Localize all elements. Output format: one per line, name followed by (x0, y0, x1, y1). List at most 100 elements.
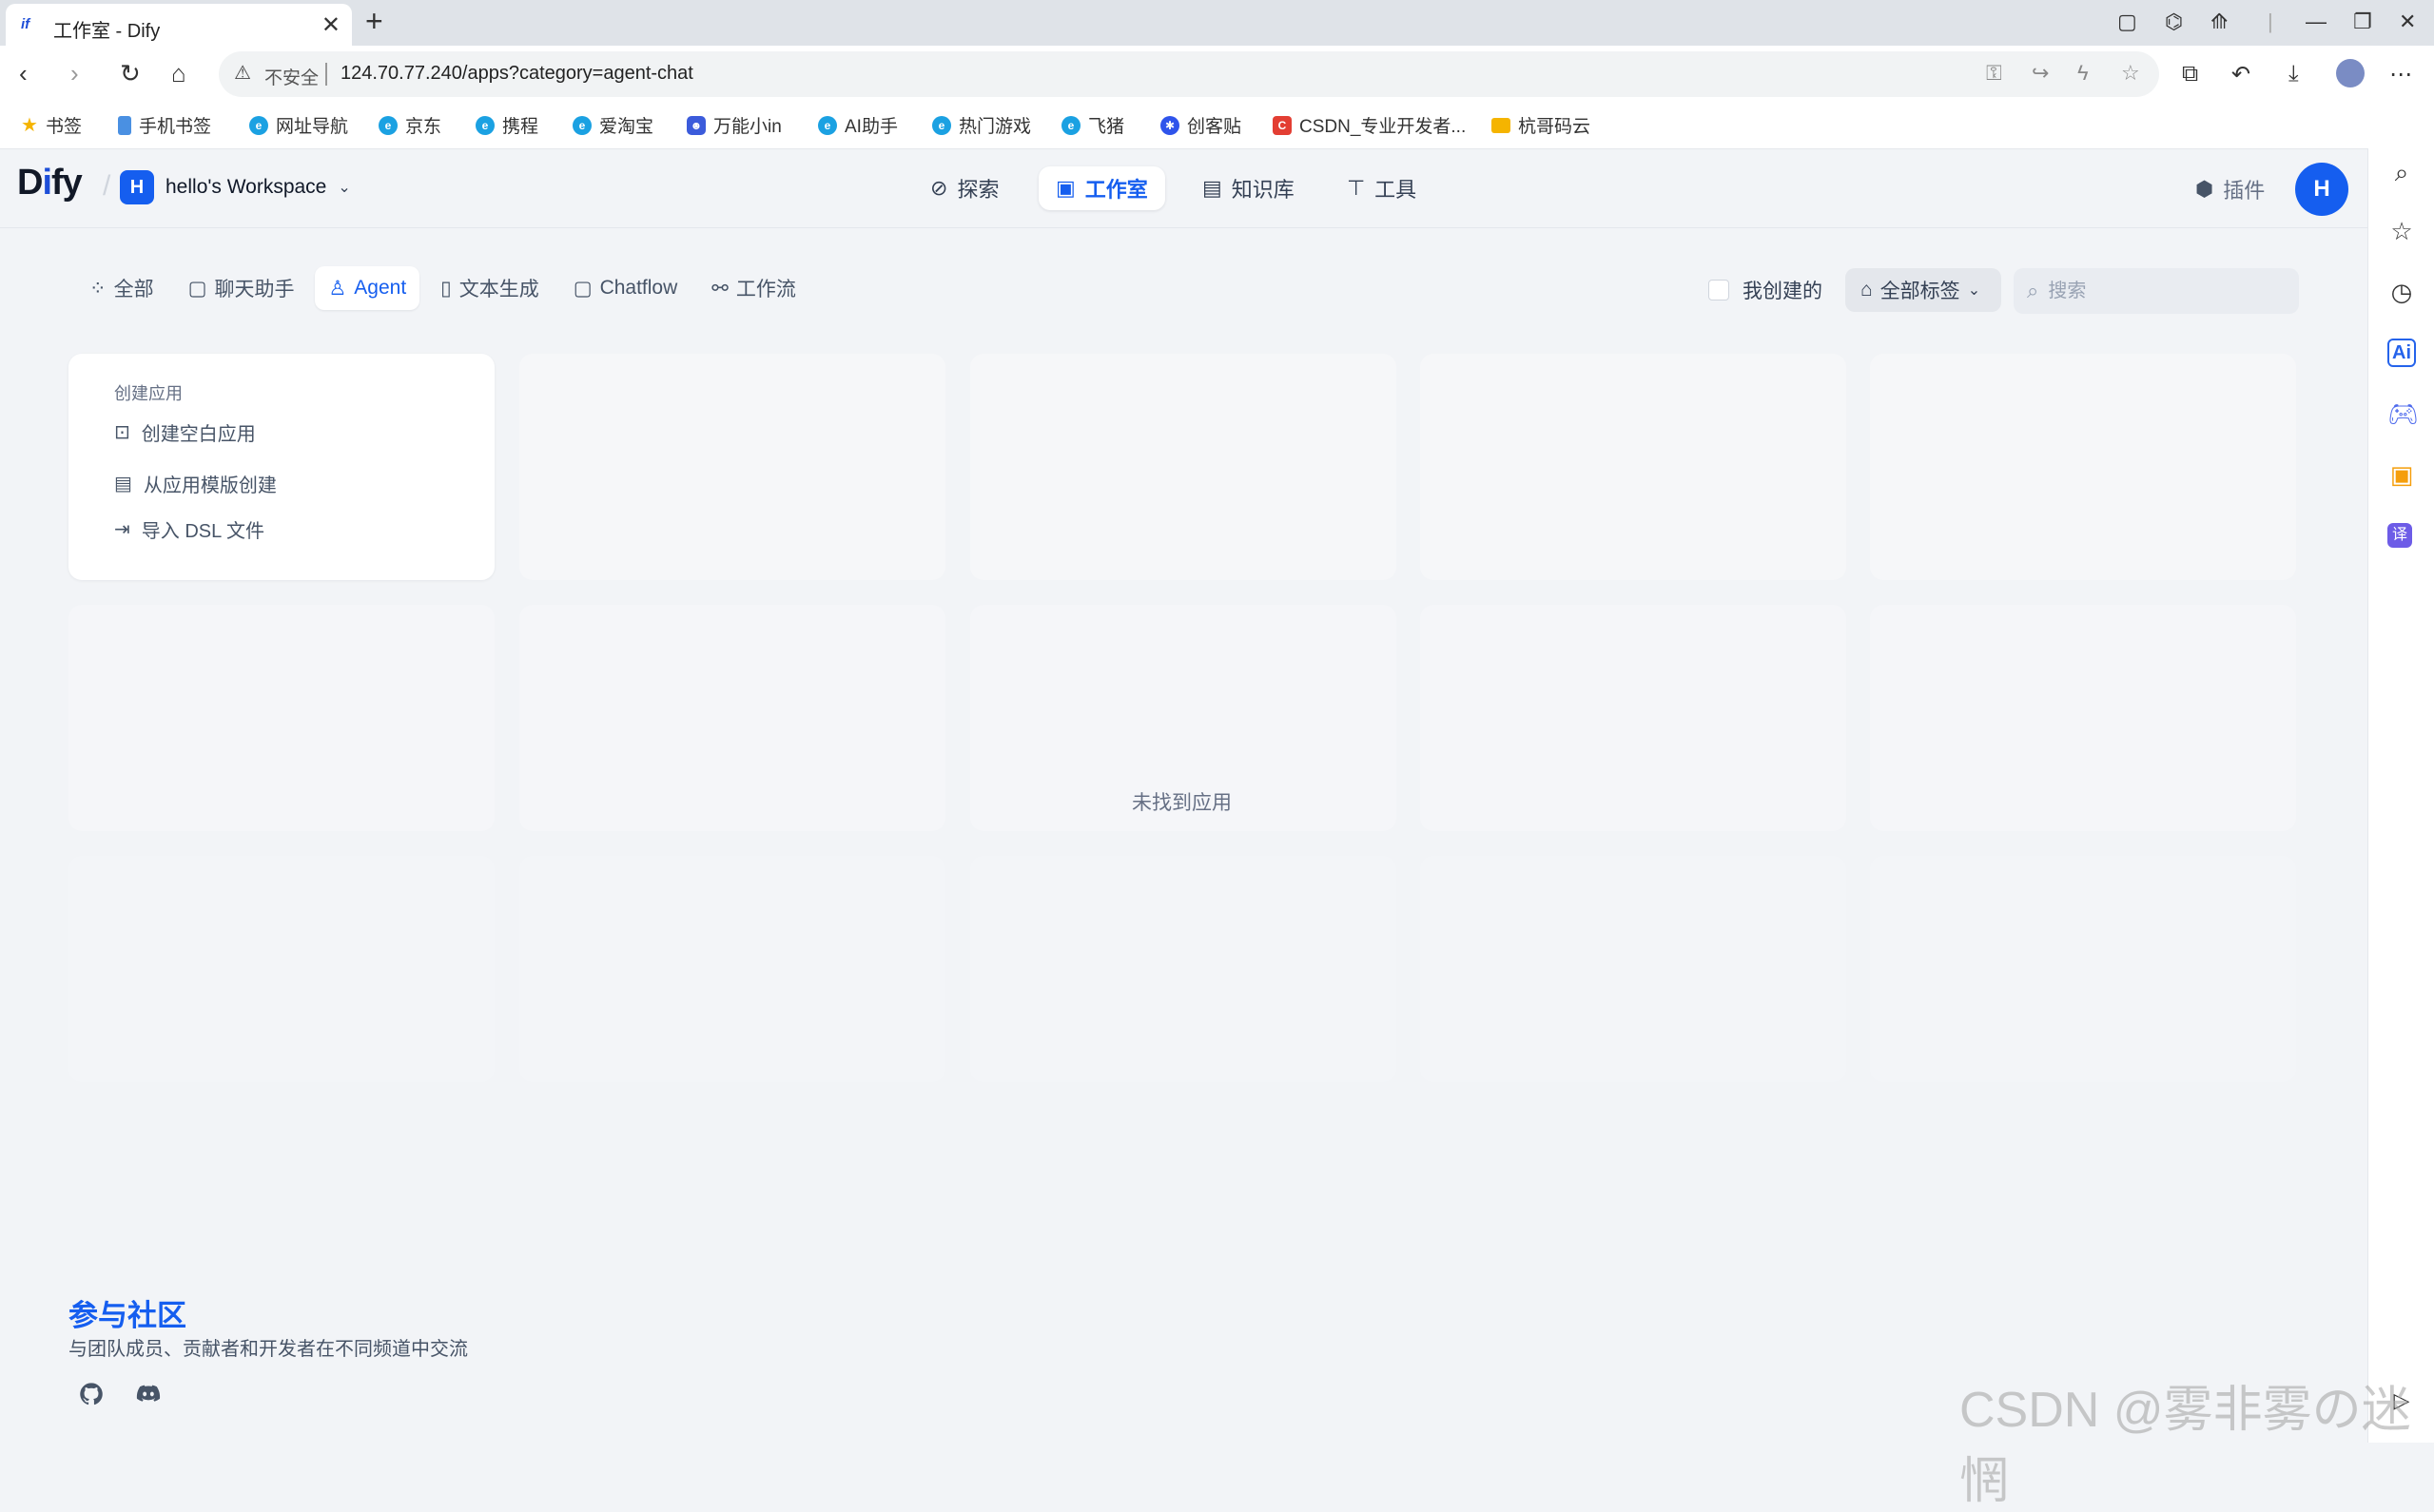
bookmark-item[interactable]: e 京东 (379, 112, 441, 138)
bookmarks-bar: ★ 书签 手机书签 e 网址导航 e 京东 e 携程 e 爱淘宝 ☻ 万能小in… (0, 105, 2434, 149)
favorites-star-icon[interactable]: ☆ (2387, 217, 2416, 245)
chat-icon: ▢ (187, 277, 207, 300)
extensions-icon[interactable]: ⧉ (2182, 61, 2198, 87)
briefcase-icon[interactable]: ▣ (2387, 460, 2416, 489)
tab-label: 工作流 (735, 279, 796, 300)
csdn-watermark: CSDN @雾非雾の迷惘 (1959, 1383, 2411, 1509)
nav-label: 工作室 (1084, 178, 1148, 202)
hammer-icon: ⊤ (1347, 176, 1366, 200)
create-item-label: 创建空白应用 (141, 424, 256, 445)
security-label: 不安全 (264, 68, 320, 88)
forward-icon[interactable]: › (70, 59, 79, 88)
url-text[interactable]: 124.70.77.240/apps?category=agent-chat (341, 63, 693, 85)
placeholder-card (68, 605, 495, 831)
profile-avatar-icon[interactable] (2336, 59, 2365, 87)
bookmark-item[interactable]: e 热门游戏 (932, 112, 1031, 138)
share-icon[interactable]: ↪ (2032, 61, 2049, 86)
e-icon: e (573, 115, 592, 135)
bookmark-item[interactable]: e 网址导航 (249, 112, 348, 138)
create-app-heading: 创建应用 (114, 384, 183, 403)
nav-studio[interactable]: ▣ 工作室 (1039, 166, 1165, 210)
bookmark-label: 杭哥码云 (1518, 117, 1591, 137)
tag-filter-dropdown[interactable]: ⌂ 全部标签 ⌄ (1845, 268, 2001, 312)
bookmark-item[interactable]: 手机书签 (118, 112, 211, 138)
ai-icon[interactable]: Ai (2387, 339, 2416, 367)
workspace-selector[interactable]: H hello's Workspace ⌄ (120, 170, 351, 204)
plugin-label: 插件 (2223, 179, 2266, 203)
bookmark-item[interactable]: e 携程 (476, 112, 538, 138)
more-menu-icon[interactable]: ⋯ (2389, 61, 2412, 88)
restore-icon[interactable]: ❐ (2353, 10, 2372, 34)
reading-mode-icon[interactable]: ▢ (2117, 10, 2137, 34)
bookmark-label: CSDN_专业开发者... (1299, 117, 1467, 137)
search-box[interactable]: ⌕ (2014, 268, 2299, 314)
close-window-icon[interactable]: ✕ (2399, 10, 2416, 34)
discord-icon[interactable] (131, 1381, 166, 1415)
tag-filter-label: 全部标签 (1879, 281, 1960, 302)
search-input[interactable] (2046, 279, 2269, 303)
bookmark-item[interactable]: ✱ 创客贴 (1160, 112, 1241, 138)
extension-icon[interactable]: ⟰ (2210, 10, 2228, 34)
translate-icon[interactable]: 译 (2387, 523, 2412, 548)
book-icon: ▤ (1202, 176, 1222, 200)
plugin-button[interactable]: ⬢ 插件 (2195, 174, 2265, 204)
cube-icon: ⬢ (2195, 177, 2214, 201)
created-by-me-checkbox[interactable] (1708, 280, 1729, 300)
dify-logo[interactable]: Dify (17, 163, 83, 204)
tab-workflow[interactable]: ⚯ 工作流 (698, 266, 809, 310)
url-bar[interactable]: ⚠ 不安全 124.70.77.240/apps?category=agent-… (219, 51, 2159, 97)
tab-all[interactable]: ⁘ 全部 (76, 266, 167, 310)
community-subtitle: 与团队成员、贡献者和开发者在不同频道中交流 (68, 1339, 468, 1360)
template-icon: ▤ (114, 474, 132, 494)
user-avatar[interactable]: H (2295, 163, 2348, 216)
game-icon[interactable]: ⌬ (2165, 10, 2183, 34)
bookmark-label: 京东 (405, 117, 442, 137)
create-from-template-button[interactable]: ▤ 从应用模版创建 (114, 470, 277, 497)
create-blank-app-button[interactable]: ⊡ 创建空白应用 (114, 418, 256, 446)
import-dsl-button[interactable]: ⇥ 导入 DSL 文件 (114, 515, 264, 543)
new-tab-icon[interactable]: + (365, 4, 383, 39)
search-icon: ⌕ (2027, 279, 2039, 302)
placeholder-card (970, 856, 1396, 1082)
gear-icon: ✱ (1160, 115, 1179, 135)
download-icon[interactable]: ⤓ (2288, 61, 2299, 87)
clock-icon[interactable]: ◷ (2387, 278, 2416, 306)
bookmark-item[interactable]: 杭哥码云 (1491, 112, 1590, 138)
password-key-icon[interactable]: ⚿ (1986, 61, 2002, 86)
bookmark-item[interactable]: ★ 书签 (21, 112, 82, 138)
github-icon[interactable] (74, 1381, 108, 1415)
bookmark-item[interactable]: ☻ 万能小in (687, 112, 782, 138)
back-icon[interactable]: ‹ (19, 59, 28, 88)
bookmark-item[interactable]: C CSDN_专业开发者... (1273, 112, 1466, 138)
robot-icon: ☻ (687, 115, 706, 135)
tab-chatflow[interactable]: ▢ Chatflow (560, 266, 691, 310)
history-back-icon[interactable]: ↶ (2231, 61, 2250, 88)
grid-icon: ⁘ (89, 277, 107, 300)
divider: | (2268, 10, 2273, 33)
bookmark-label: 万能小in (713, 117, 782, 137)
bookmark-label: 热门游戏 (959, 117, 1032, 137)
minimize-icon[interactable]: — (2306, 10, 2327, 34)
e-icon: e (379, 115, 398, 135)
created-by-me-toggle[interactable]: 我创建的 (1708, 276, 1822, 304)
nav-tools[interactable]: ⊤ 工具 (1330, 166, 1433, 210)
compass-icon: ⊘ (930, 176, 948, 200)
tab-agent[interactable]: ♙ Agent (315, 266, 420, 310)
search-icon[interactable]: ⌕ (2387, 158, 2416, 186)
bookmark-item[interactable]: e AI助手 (818, 112, 898, 138)
nav-label: 探索 (957, 178, 1000, 202)
close-tab-icon[interactable]: ✕ (321, 11, 341, 39)
tab-chat-assistant[interactable]: ▢ 聊天助手 (175, 266, 308, 310)
doc-icon: ▯ (440, 277, 452, 300)
bookmark-item[interactable]: e 飞猪 (1061, 112, 1124, 138)
home-icon[interactable]: ⌂ (171, 59, 186, 88)
nav-knowledge[interactable]: ▤ 知识库 (1185, 166, 1312, 210)
nav-explore[interactable]: ⊘ 探索 (913, 166, 1016, 210)
reload-icon[interactable]: ↻ (120, 59, 141, 88)
bookmark-item[interactable]: e 爱淘宝 (573, 112, 653, 138)
gamepad-icon[interactable]: 🎮︎ (2387, 399, 2419, 428)
tab-text-generation[interactable]: ▯ 文本生成 (427, 266, 553, 310)
lightning-icon[interactable]: ϟ (2077, 61, 2089, 86)
bookmark-star-icon[interactable]: ☆ (2121, 61, 2140, 86)
browser-tab[interactable]: if 工作室 - Dify ✕ (6, 4, 352, 46)
